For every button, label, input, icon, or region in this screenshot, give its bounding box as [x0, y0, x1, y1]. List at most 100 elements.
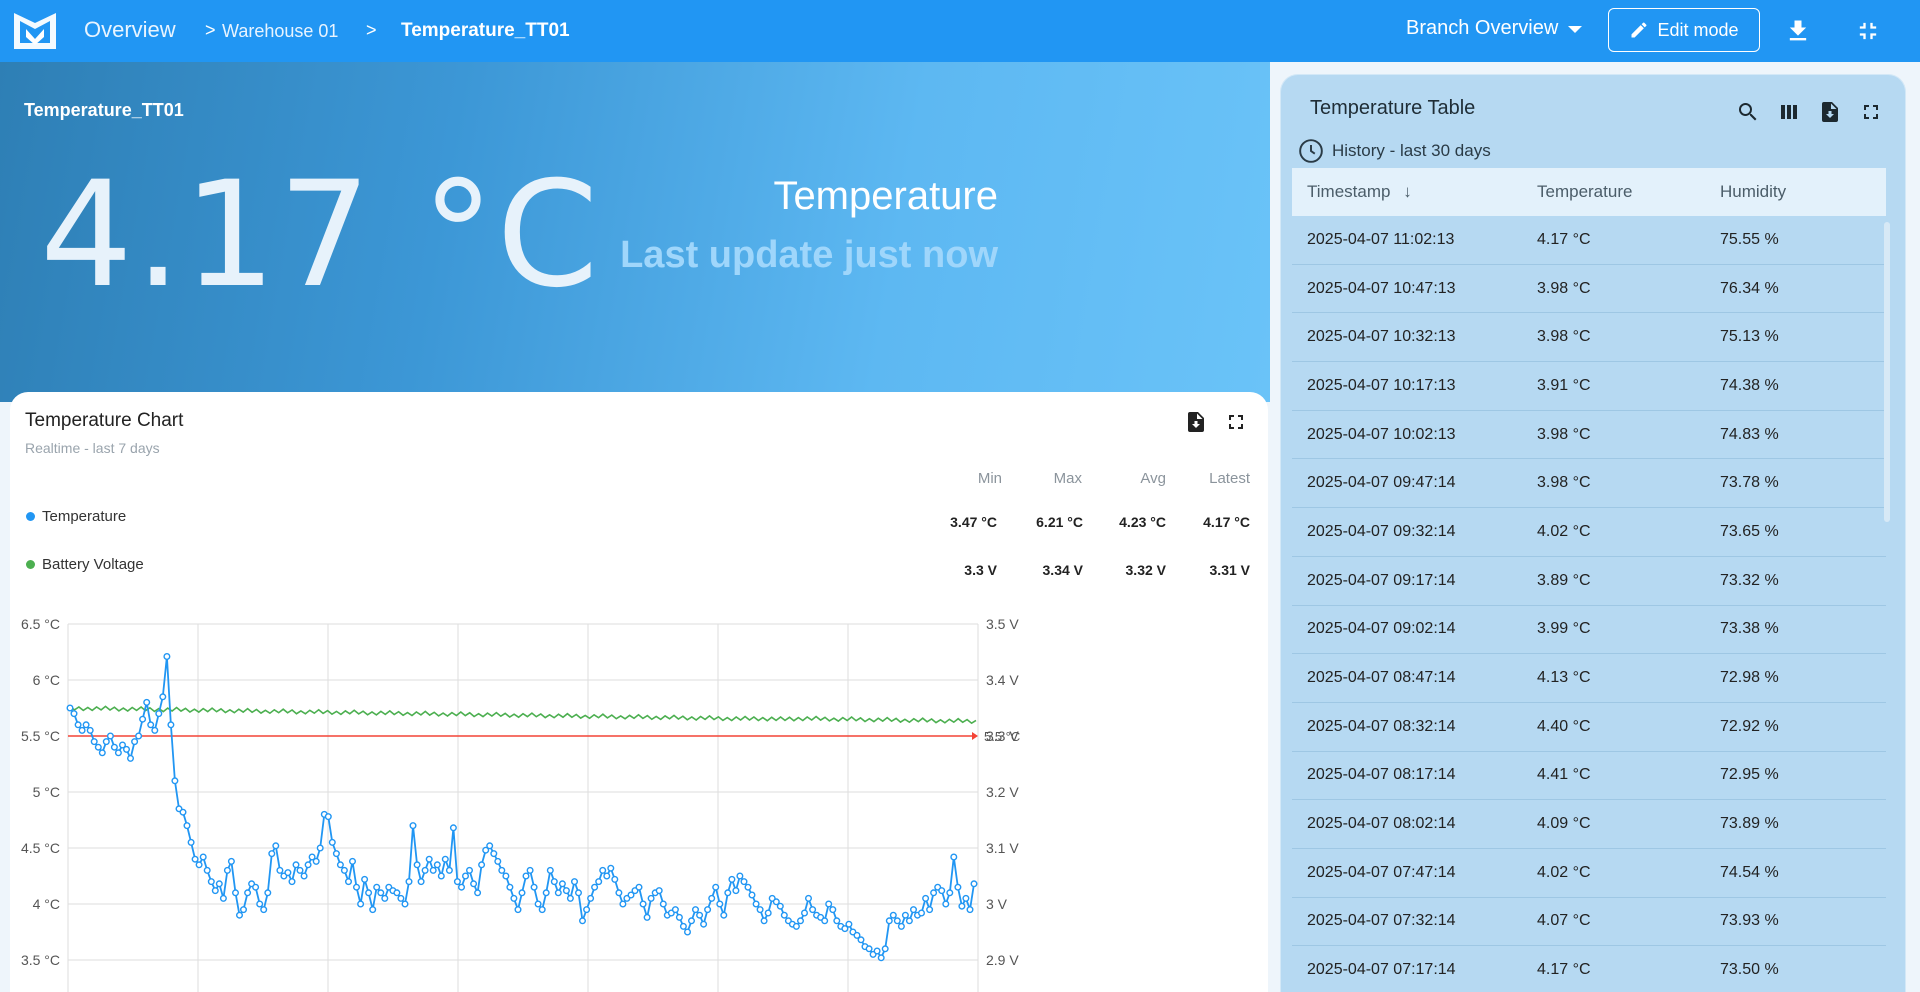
table-row[interactable]: 2025-04-07 11:02:13 4.17 °C 75.55 % [1292, 216, 1886, 265]
table-scrollbar[interactable] [1884, 222, 1890, 522]
cell-humidity: 73.65 % [1720, 522, 1779, 540]
temperature-point [918, 909, 926, 917]
temperature-point [910, 906, 918, 914]
temperature-point [692, 906, 700, 914]
temperature-line-chart[interactable]: 6.5 °C 3.5 V6 °C 3.4 V5.5 °C 3.3 V5 °C 3.2 V… [10, 610, 1268, 992]
temperature-point [526, 866, 534, 874]
temperature-point [207, 878, 215, 886]
temperature-point [857, 936, 865, 944]
table-row[interactable]: 2025-04-07 07:17:14 4.17 °C 73.50 % [1292, 946, 1886, 992]
cell-humidity: 74.38 % [1720, 376, 1779, 394]
export-file-icon[interactable] [1184, 410, 1208, 434]
legend-battery[interactable]: Battery Voltage [26, 556, 144, 573]
temperature-point [704, 906, 712, 914]
temperature-point [712, 883, 720, 891]
temperature-point [970, 880, 978, 888]
table-row[interactable]: 2025-04-07 10:47:13 3.98 °C 76.34 % [1292, 265, 1886, 314]
edit-mode-button[interactable]: Edit mode [1608, 8, 1760, 52]
breadcrumb-separator: > [205, 20, 216, 40]
branch-selector[interactable]: Branch Overview [1406, 17, 1583, 40]
table-row[interactable]: 2025-04-07 08:32:14 4.40 °C 72.92 % [1292, 703, 1886, 752]
cell-humidity: 73.93 % [1720, 912, 1779, 930]
export-file-icon[interactable] [1818, 100, 1842, 124]
temperature-point [946, 889, 954, 897]
battery-avg: 3.32 V [1125, 562, 1166, 578]
temperature-point [607, 864, 615, 872]
table-row[interactable]: 2025-04-07 10:32:13 3.98 °C 75.13 % [1292, 313, 1886, 363]
temperature-point [264, 889, 272, 897]
legend-label: Temperature [42, 508, 127, 525]
y-left-tick-label: 4 °C [33, 896, 60, 912]
temperature-point [195, 861, 203, 869]
breadcrumb-overview[interactable]: Overview [84, 17, 176, 43]
temperature-point [462, 872, 470, 880]
table-row[interactable]: 2025-04-07 09:02:14 3.99 °C 73.38 % [1292, 606, 1886, 655]
temperature-point [805, 894, 813, 902]
temperature-point [94, 743, 102, 751]
pencil-icon [1631, 22, 1647, 38]
table-row[interactable]: 2025-04-07 09:32:14 4.02 °C 73.65 % [1292, 508, 1886, 557]
temperature-point [821, 917, 829, 925]
history-range[interactable]: History - last 30 days [1298, 138, 1491, 164]
temp-avg: 4.23 °C [1119, 514, 1166, 530]
chevron-down-icon [1568, 26, 1583, 33]
temperature-point [373, 883, 381, 891]
temperature-point [332, 850, 340, 858]
temperature-point [143, 698, 151, 706]
temperature-point [66, 704, 74, 712]
table-row[interactable]: 2025-04-07 08:47:14 4.13 °C 72.98 % [1292, 654, 1886, 703]
temperature-point [191, 855, 199, 863]
table-row[interactable]: 2025-04-07 08:17:14 4.41 °C 72.95 % [1292, 752, 1886, 801]
column-header-humidity[interactable]: Humidity [1718, 182, 1886, 202]
table-row[interactable]: 2025-04-07 07:32:14 4.07 °C 73.93 % [1292, 898, 1886, 947]
temperature-point [139, 715, 147, 723]
temperature-point [873, 947, 881, 955]
app-logo-icon[interactable] [10, 9, 60, 53]
cell-temperature: 3.91 °C [1537, 376, 1591, 394]
temperature-point [732, 887, 740, 895]
cell-humidity: 72.92 % [1720, 717, 1779, 735]
stat-header-max: Max [1053, 470, 1082, 487]
temperature-point [708, 894, 716, 902]
column-header-timestamp[interactable]: Timestamp ↓ [1292, 182, 1535, 202]
temperature-point [764, 909, 772, 917]
temperature-point [615, 889, 623, 897]
exit-fullscreen-icon[interactable] [1854, 17, 1882, 45]
temperature-point [506, 883, 514, 891]
temperature-point [486, 842, 494, 850]
table-row[interactable]: 2025-04-07 09:47:14 3.98 °C 73.78 % [1292, 459, 1886, 509]
temperature-point [449, 824, 457, 832]
cell-temperature: 4.13 °C [1537, 669, 1591, 687]
breadcrumb-current: Temperature_TT01 [401, 20, 570, 41]
temperature-point [336, 861, 344, 869]
table-row[interactable]: 2025-04-07 08:02:14 4.09 °C 73.89 % [1292, 800, 1886, 849]
table-row[interactable]: 2025-04-07 09:17:14 3.89 °C 73.32 % [1292, 557, 1886, 606]
temperature-point [748, 891, 756, 899]
stat-header-min: Min [977, 470, 1002, 487]
table-row[interactable]: 2025-04-07 07:47:14 4.02 °C 74.54 % [1292, 849, 1886, 898]
fullscreen-icon[interactable] [1224, 410, 1248, 434]
table-body: 2025-04-07 11:02:13 4.17 °C 75.55 % 2025-04… [1292, 216, 1886, 992]
column-header-temperature[interactable]: Temperature [1535, 182, 1718, 202]
cell-temperature: 3.98 °C [1537, 425, 1591, 443]
temperature-point [369, 906, 377, 914]
cell-timestamp: 2025-04-07 09:17:14 [1307, 571, 1456, 589]
cell-humidity: 73.38 % [1720, 620, 1779, 638]
cell-timestamp: 2025-04-07 09:47:14 [1307, 474, 1456, 492]
temperature-point [401, 900, 409, 908]
table-row[interactable]: 2025-04-07 10:17:13 3.91 °C 74.38 % [1292, 362, 1886, 411]
search-icon[interactable] [1736, 100, 1760, 124]
table-row[interactable]: 2025-04-07 10:02:13 3.98 °C 74.83 % [1292, 411, 1886, 460]
temperature-point [272, 842, 280, 850]
temperature-point [958, 902, 966, 910]
temperature-point [724, 889, 732, 897]
temperature-point [171, 777, 179, 785]
fullscreen-icon[interactable] [1859, 100, 1883, 124]
data-table: Timestamp ↓ Temperature Humidity 2025-04… [1292, 168, 1886, 992]
download-icon[interactable] [1784, 17, 1812, 45]
breadcrumb-warehouse[interactable]: Warehouse 01 [222, 21, 338, 42]
columns-icon[interactable] [1777, 100, 1801, 124]
legend-temperature[interactable]: Temperature [26, 508, 126, 525]
temperature-point [930, 889, 938, 897]
temp-latest: 4.17 °C [1203, 514, 1250, 530]
